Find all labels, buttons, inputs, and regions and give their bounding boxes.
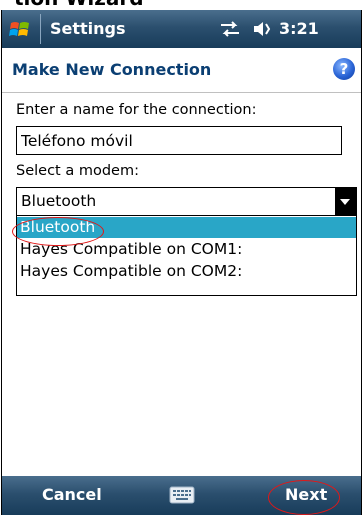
next-button[interactable]: Next (285, 485, 327, 504)
cropped-caption-text: tion Wizard (14, 0, 144, 10)
connection-name-label: Enter a name for the connection: (16, 102, 257, 118)
page-title: Make New Connection (12, 60, 212, 79)
windows-start-icon[interactable] (8, 18, 32, 42)
modem-selected-value: Bluetooth (21, 192, 97, 210)
volume-icon[interactable] (252, 20, 272, 38)
device-screen: Settings 3:21 Make New Connection ? Ente… (1, 10, 362, 515)
modem-option-bluetooth[interactable]: Bluetooth (17, 217, 356, 238)
keyboard-icon[interactable] (169, 485, 195, 505)
softkey-bar: Cancel Next (2, 476, 361, 515)
help-icon[interactable]: ? (333, 58, 355, 80)
app-title: Settings (50, 19, 126, 38)
connectivity-icon[interactable] (219, 20, 241, 38)
page-header: Make New Connection ? (2, 48, 361, 93)
chevron-down-icon[interactable] (335, 188, 356, 215)
modem-select[interactable]: Bluetooth (16, 187, 357, 216)
cancel-button[interactable]: Cancel (42, 485, 102, 504)
top-cropped-caption: tion Wizard (0, 0, 362, 10)
modem-option-com1[interactable]: Hayes Compatible on COM1: (17, 239, 356, 260)
modem-option-com2[interactable]: Hayes Compatible on COM2: (17, 261, 356, 282)
modem-label: Select a modem: (16, 163, 139, 179)
title-bar: Settings 3:21 (2, 10, 361, 48)
modem-dropdown-list: Bluetooth Hayes Compatible on COM1: Haye… (16, 216, 357, 296)
connection-name-input[interactable] (16, 126, 342, 155)
clock-time[interactable]: 3:21 (279, 19, 319, 38)
title-separator (40, 14, 41, 44)
